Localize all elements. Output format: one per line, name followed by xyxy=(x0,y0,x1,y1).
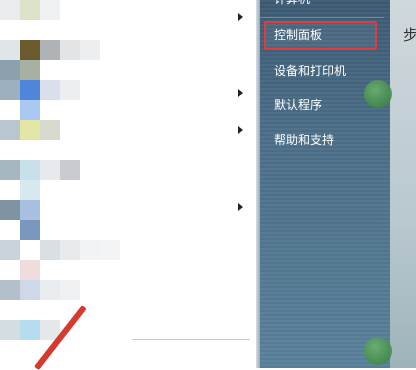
menu-item-computer[interactable]: 计算机 xyxy=(264,0,404,12)
desktop-background xyxy=(390,0,416,368)
blurred-tile xyxy=(40,0,60,20)
blurred-tile xyxy=(0,280,20,300)
menu-item-help-support[interactable]: 帮助和支持 xyxy=(264,127,404,153)
pixelated-program-icons xyxy=(0,0,140,368)
blurred-tile xyxy=(40,40,60,60)
blurred-tile xyxy=(20,80,40,100)
search-box-divider xyxy=(132,339,250,340)
blurred-tile xyxy=(20,220,40,240)
control-panel-highlight xyxy=(264,21,377,50)
blurred-tile xyxy=(20,260,40,280)
blurred-tile xyxy=(0,120,20,140)
blurred-tile xyxy=(40,280,60,300)
blurred-tile xyxy=(60,160,80,180)
blurred-tile xyxy=(20,60,40,80)
blurred-tile xyxy=(20,160,40,180)
blurred-tile xyxy=(0,80,20,100)
blurred-tile xyxy=(40,80,60,100)
green-orb-icon xyxy=(364,337,392,365)
blurred-tile xyxy=(80,40,100,60)
blurred-tile xyxy=(20,320,40,340)
blurred-tile xyxy=(20,120,40,140)
blurred-tile xyxy=(20,40,40,60)
blurred-tile xyxy=(40,120,60,140)
blurred-tile xyxy=(0,160,20,180)
blurred-tile xyxy=(20,100,40,120)
submenu-arrow-icon[interactable] xyxy=(238,126,243,134)
blurred-tile xyxy=(0,60,20,80)
submenu-arrow-icon[interactable] xyxy=(238,203,243,211)
blurred-tile xyxy=(0,320,20,340)
blurred-tile xyxy=(60,80,80,100)
blurred-tile xyxy=(100,240,120,260)
desktop-edge-glyph: 步 xyxy=(403,26,416,44)
blurred-tile xyxy=(60,40,80,60)
blurred-tile xyxy=(40,240,60,260)
blurred-tile xyxy=(0,200,20,220)
blurred-tile xyxy=(0,0,20,20)
blurred-tile xyxy=(20,180,40,200)
program-list-panel xyxy=(0,0,258,370)
blurred-tile xyxy=(60,240,80,260)
submenu-arrow-icon[interactable] xyxy=(238,13,243,21)
blurred-tile xyxy=(20,0,40,20)
blurred-tile xyxy=(40,160,60,180)
submenu-arrow-icon[interactable] xyxy=(238,89,243,97)
blurred-tile xyxy=(0,240,20,260)
blurred-tile xyxy=(80,240,100,260)
blurred-tile xyxy=(0,40,20,60)
blurred-tile xyxy=(20,200,40,220)
blurred-tile xyxy=(60,280,80,300)
blurred-tile xyxy=(20,280,40,300)
menu-separator xyxy=(260,17,384,18)
green-orb-icon xyxy=(364,80,392,108)
